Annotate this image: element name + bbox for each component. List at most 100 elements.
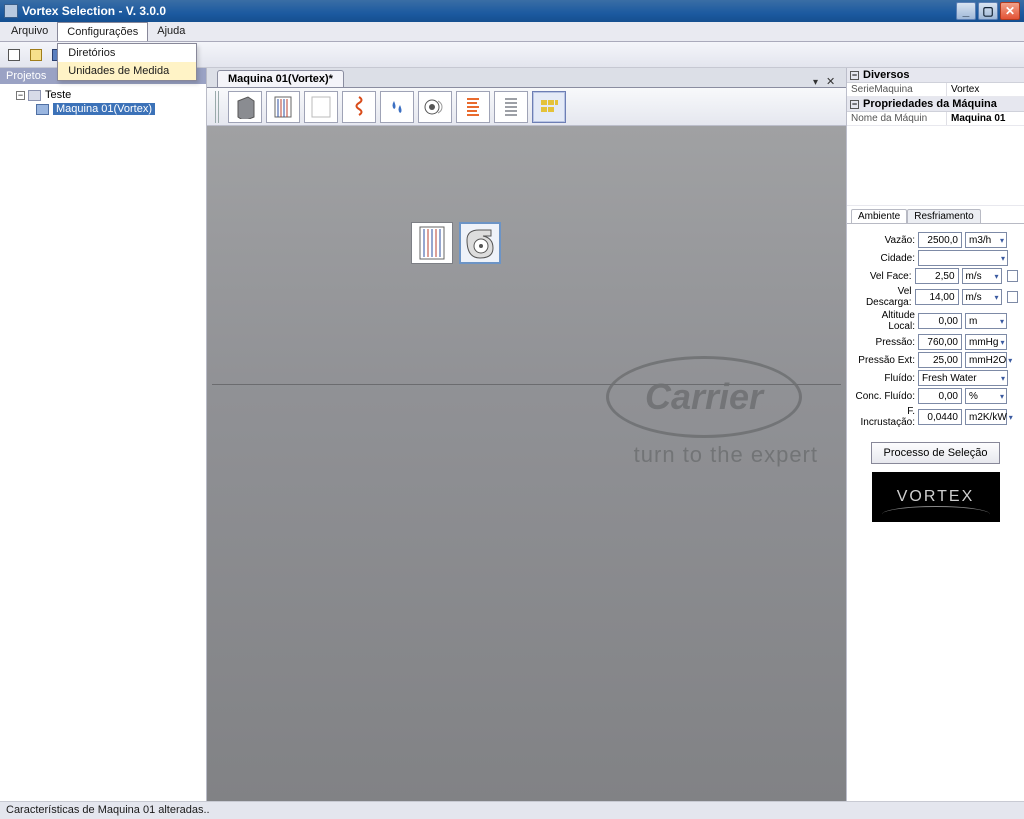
label-fluido: Fluído: [853, 373, 915, 384]
folder-icon [28, 90, 41, 101]
prop-nome-value: Maquina 01 [946, 112, 1024, 125]
canvas-item-fan[interactable] [459, 222, 501, 264]
section-diversos[interactable]: − Diversos [847, 68, 1024, 83]
row-fluido: Fluído: Fresh Water [853, 370, 1018, 386]
unit-fincr-text: m2K/kW [969, 412, 1007, 423]
unit-vazao-text: m3/h [969, 235, 991, 246]
menubar: Arquivo Configurações Diretórios Unidade… [0, 22, 1024, 42]
collapse-icon[interactable]: − [850, 100, 859, 109]
checkbox-veldes[interactable] [1007, 291, 1018, 303]
unit-altitude[interactable]: m [965, 313, 1007, 329]
input-velface[interactable] [915, 268, 959, 284]
module-btn-8[interactable] [494, 91, 528, 123]
row-velface: Vel Face: m/s [853, 268, 1018, 284]
tree-item-maquina01-label: Maquina 01(Vortex) [53, 103, 155, 115]
unit-pressao[interactable]: mmHg [965, 334, 1007, 350]
status-text: Características de Maquina 01 alteradas.… [6, 804, 210, 816]
row-vazao: Vazão: m3/h [853, 232, 1018, 248]
filter-icon [272, 95, 294, 119]
module-btn-5[interactable] [380, 91, 414, 123]
menu-ajuda[interactable]: Ajuda [148, 22, 194, 41]
statusbar: Características de Maquina 01 alteradas.… [0, 801, 1024, 819]
heating-element-icon [462, 95, 484, 119]
heating-coil-icon [348, 95, 370, 119]
module-btn-2[interactable] [266, 91, 300, 123]
input-veldes[interactable] [915, 289, 959, 305]
window-buttons: _ ▢ ✕ [954, 2, 1020, 20]
input-pressao[interactable] [918, 334, 962, 350]
checkbox-velface[interactable] [1007, 270, 1018, 282]
collapse-icon[interactable]: − [850, 71, 859, 80]
input-vazao[interactable] [918, 232, 962, 248]
minimize-button[interactable]: _ [956, 2, 976, 20]
module-btn-9[interactable] [532, 91, 566, 123]
row-cidade: Cidade: [853, 250, 1018, 266]
dropdown-item-diretorios[interactable]: Diretórios [58, 44, 196, 62]
menu-configuracoes[interactable]: Configurações Diretórios Unidades de Med… [57, 22, 148, 41]
label-veldes: Vel Descarga: [853, 286, 912, 308]
document-tabstrip: Maquina 01(Vortex)* ✕ [207, 68, 846, 88]
close-button[interactable]: ✕ [1000, 2, 1020, 20]
menu-configuracoes-label: Configurações [67, 26, 138, 38]
collapser-icon[interactable]: − [16, 91, 25, 100]
module-btn-6[interactable] [418, 91, 452, 123]
prop-nome-key: Nome da Máquin [847, 112, 946, 125]
module-btn-3[interactable] [304, 91, 338, 123]
dropdown-configuracoes: Diretórios Unidades de Medida [57, 43, 197, 81]
toolbar-open-button[interactable] [26, 45, 46, 65]
tab-close-button[interactable]: ✕ [826, 77, 836, 87]
projects-tree: − Teste Maquina 01(Vortex) [0, 84, 206, 801]
toolbar-new-button[interactable] [4, 45, 24, 65]
machine-icon [36, 104, 49, 115]
input-altitude[interactable] [918, 313, 962, 329]
unit-concfluido[interactable]: % [965, 388, 1007, 404]
module-btn-7[interactable] [456, 91, 490, 123]
projects-panel: Projetos − Teste Maquina 01(Vortex) [0, 68, 207, 801]
row-altitude: Altitude Local: m [853, 310, 1018, 332]
box-icon [234, 95, 256, 119]
module-btn-4[interactable] [342, 91, 376, 123]
tree-item-teste[interactable]: − Teste [2, 88, 204, 102]
properties-panel: − Diversos SerieMaquina Vortex − Proprie… [846, 68, 1024, 801]
maximize-button[interactable]: ▢ [978, 2, 998, 20]
tab-dropdown-icon[interactable] [813, 78, 822, 87]
workarea: Projetos − Teste Maquina 01(Vortex) Maqu… [0, 68, 1024, 801]
tree-item-maquina01[interactable]: Maquina 01(Vortex) [2, 102, 204, 116]
menu-arquivo-label: Arquivo [11, 25, 48, 37]
attenuator-icon [500, 95, 522, 119]
input-concfluido[interactable] [918, 388, 962, 404]
titlebar: Vortex Selection - V. 3.0.0 _ ▢ ✕ [0, 0, 1024, 22]
select-fluido[interactable]: Fresh Water [918, 370, 1008, 386]
section-propriedades[interactable]: − Propriedades da Máquina [847, 97, 1024, 112]
menu-arquivo[interactable]: Arquivo [2, 22, 57, 41]
input-fincr[interactable] [918, 409, 962, 425]
tab-resfriamento[interactable]: Resfriamento [907, 209, 980, 223]
tab-maquina01[interactable]: Maquina 01(Vortex)* [217, 70, 344, 87]
unit-fincr[interactable]: m2K/kW [965, 409, 1007, 425]
prop-serie-value: Vortex [946, 83, 1024, 96]
module-btn-1[interactable] [228, 91, 262, 123]
input-pressaoext[interactable] [918, 352, 962, 368]
process-selection-button[interactable]: Processo de Seleção [871, 442, 1001, 464]
unit-veldes[interactable]: m/s [962, 289, 1002, 305]
label-concfluido: Conc. Fluído: [853, 391, 915, 402]
new-file-icon [8, 49, 20, 61]
unit-pressaoext[interactable]: mmH2O [965, 352, 1007, 368]
window-title: Vortex Selection - V. 3.0.0 [22, 4, 166, 18]
canvas-item-filter[interactable] [411, 222, 453, 264]
prop-row-nome: Nome da Máquin Maquina 01 [847, 112, 1024, 126]
dropdown-item-unidades[interactable]: Unidades de Medida [58, 62, 196, 80]
row-concfluido: Conc. Fluído: % [853, 388, 1018, 404]
select-cidade[interactable] [918, 250, 1008, 266]
ambiente-form: Vazão: m3/h Cidade: Vel Face: m/s Vel De… [847, 224, 1024, 432]
unit-altitude-text: m [969, 316, 977, 327]
unit-velface-text: m/s [966, 271, 982, 282]
design-canvas[interactable]: Carrier turn to the expert [207, 126, 846, 801]
menu-ajuda-label: Ajuda [157, 25, 185, 37]
unit-vazao[interactable]: m3/h [965, 232, 1007, 248]
tab-tools: ✕ [813, 77, 836, 87]
unit-velface[interactable]: m/s [962, 268, 1002, 284]
section-propriedades-label: Propriedades da Máquina [863, 98, 997, 110]
tab-ambiente[interactable]: Ambiente [851, 209, 907, 223]
unit-veldes-text: m/s [966, 292, 982, 303]
